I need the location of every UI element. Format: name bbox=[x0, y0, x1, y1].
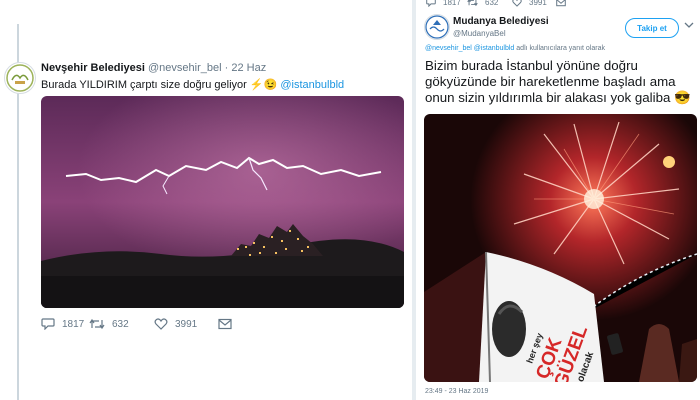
right-display-name[interactable]: Mudanya Belediyesi bbox=[453, 16, 549, 27]
sunglasses-emoji: 😎 bbox=[674, 90, 691, 105]
top-dm-action[interactable] bbox=[556, 0, 566, 7]
dm-action[interactable] bbox=[218, 318, 232, 330]
like-count: 3991 bbox=[175, 318, 198, 330]
chevron-down-icon[interactable] bbox=[684, 21, 694, 29]
municipality-logo-icon bbox=[6, 64, 34, 92]
body-line: Bizim burada İstanbul yönüne doğru bbox=[425, 58, 638, 73]
retweet-count: 632 bbox=[112, 318, 129, 330]
reply-mentions[interactable]: @nevsehir_bel @istanbulbld bbox=[425, 45, 514, 52]
top-retweet-count: 632 bbox=[485, 0, 499, 7]
lightning-photo[interactable] bbox=[41, 96, 404, 308]
left-tweet-body: Burada YILDIRIM çarptı size doğru geliyo… bbox=[41, 79, 247, 91]
left-tweet-header: Nevşehir Belediyesi @nevsehir_bel · 22 H… bbox=[41, 62, 266, 74]
right-tweet-text: Bizim burada İstanbul yönüne doğru gökyü… bbox=[425, 58, 697, 106]
body-line: onun sizin yıldırımla bir alakası yok ga… bbox=[425, 90, 671, 105]
top-like-count: 3991 bbox=[529, 0, 547, 7]
retweet-icon bbox=[89, 318, 105, 330]
left-tweet-card: Nevşehir Belediyesi @nevsehir_bel · 22 H… bbox=[0, 0, 412, 400]
retweet-action[interactable]: 632 bbox=[89, 318, 129, 330]
right-tweet-card: 1817 632 3991 Mudanya Belediyesi @Mudany… bbox=[416, 0, 700, 400]
top-retweet-action[interactable]: 632 bbox=[467, 0, 498, 7]
mudanya-avatar[interactable] bbox=[424, 14, 450, 40]
previous-tweet-actions: 1817 632 3991 bbox=[416, 0, 700, 10]
reply-action[interactable]: 1817 bbox=[41, 318, 84, 330]
left-handle[interactable]: @nevsehir_bel bbox=[148, 62, 222, 74]
top-reply-count: 1817 bbox=[443, 0, 461, 7]
left-date[interactable]: 22 Haz bbox=[231, 62, 266, 74]
heart-icon bbox=[512, 0, 522, 7]
envelope-icon bbox=[556, 0, 566, 7]
top-like-action[interactable]: 3991 bbox=[512, 0, 547, 7]
right-handle[interactable]: @MudanyaBel bbox=[453, 29, 506, 38]
like-action[interactable]: 3991 bbox=[154, 318, 197, 330]
reply-suffix: adlı kullanıcılara yanıt olarak bbox=[516, 45, 605, 52]
body-line-last: onun sizin yıldırımla bir alakası yok ga… bbox=[425, 90, 697, 106]
fireworks-scene-image: her şey ÇOK GÜZEL olacak bbox=[424, 114, 697, 382]
left-tweet-emoji: ⚡😉 bbox=[249, 79, 278, 91]
left-tweet-text: Burada YILDIRIM çarptı size doğru geliyo… bbox=[41, 78, 344, 91]
envelope-icon bbox=[218, 318, 232, 330]
fireworks-photo[interactable]: her şey ÇOK GÜZEL olacak bbox=[424, 114, 697, 382]
reply-count: 1817 bbox=[62, 318, 85, 330]
top-reply-action[interactable]: 1817 bbox=[426, 0, 461, 7]
nevsehir-avatar[interactable] bbox=[4, 62, 36, 94]
left-action-bar: 1817 632 3991 bbox=[41, 318, 301, 334]
lightning-scene-image bbox=[41, 96, 404, 308]
left-display-name[interactable]: Nevşehir Belediyesi bbox=[41, 62, 145, 74]
reply-icon bbox=[426, 0, 436, 7]
follow-button[interactable]: Takip et bbox=[625, 18, 679, 38]
heart-icon bbox=[154, 318, 168, 330]
municipality-logo-icon bbox=[425, 15, 449, 39]
retweet-icon bbox=[467, 0, 478, 7]
tweet-timestamp[interactable]: 23:49 - 23 Haz 2019 bbox=[425, 388, 488, 395]
body-line: gökyüzünde bir hareketlenme başladı ama bbox=[425, 74, 676, 89]
reply-icon bbox=[41, 318, 55, 330]
reply-context: @nevsehir_bel @istanbulbld adlı kullanıc… bbox=[425, 45, 605, 52]
mention-link[interactable]: @istanbulbld bbox=[280, 79, 344, 91]
date-separator: · bbox=[224, 62, 229, 74]
